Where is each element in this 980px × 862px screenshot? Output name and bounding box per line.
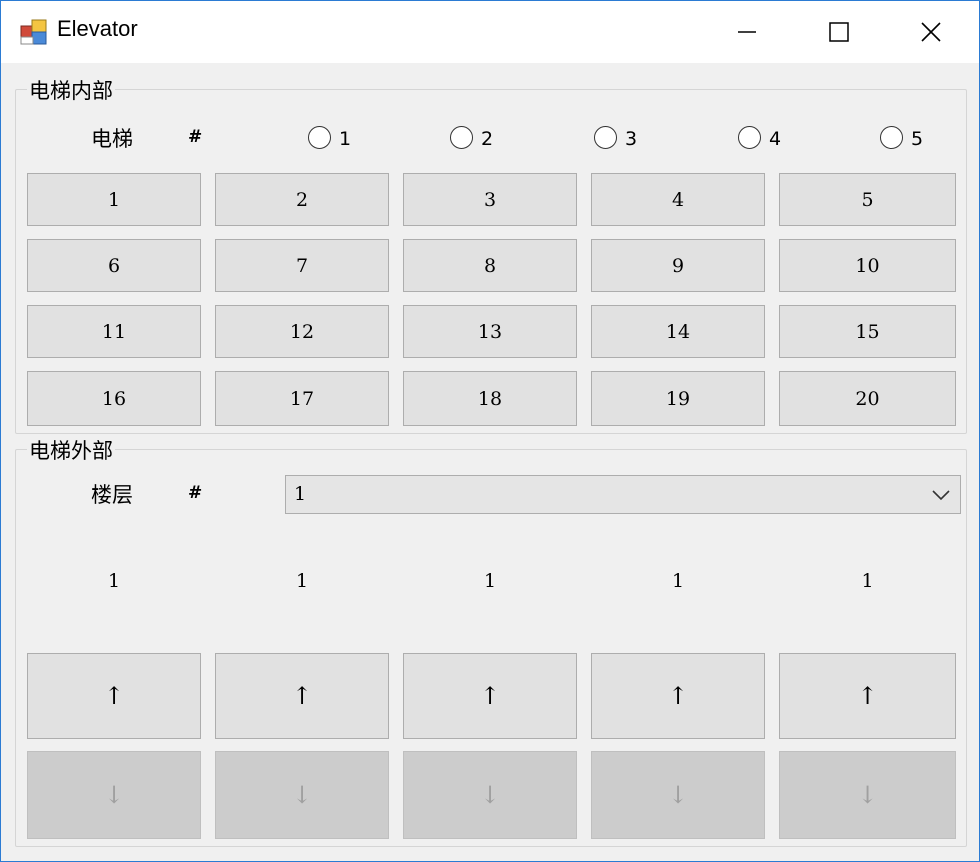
floor-button-10[interactable]: 10 (779, 239, 956, 292)
minimize-icon (738, 31, 756, 33)
radio-circle[interactable] (594, 126, 617, 149)
floor-button-15[interactable]: 15 (779, 305, 956, 358)
maximize-icon (829, 22, 849, 42)
floor-button-18[interactable]: 18 (403, 371, 577, 426)
down-button-5[interactable]: ↓ (779, 751, 956, 839)
title-bar[interactable]: Elevator (1, 1, 979, 63)
floor-button-17[interactable]: 17 (215, 371, 389, 426)
up-button-2[interactable]: ↑ (215, 653, 389, 739)
window-title: Elevator (57, 16, 138, 41)
down-button-3[interactable]: ↓ (403, 751, 577, 839)
elevator-2-floor: 1 (295, 570, 309, 592)
floor-button-16[interactable]: 16 (27, 371, 201, 426)
radio-label: 2 (481, 128, 494, 150)
radio-circle[interactable] (308, 126, 331, 149)
floor-button-13[interactable]: 13 (403, 305, 577, 358)
minimize-button[interactable] (701, 1, 793, 63)
down-button-2[interactable]: ↓ (215, 751, 389, 839)
floor-button-4[interactable]: 4 (591, 173, 765, 226)
floor-button-12[interactable]: 12 (215, 305, 389, 358)
elevator-5-floor: 1 (861, 570, 874, 592)
floor-button-3[interactable]: 3 (403, 173, 577, 226)
floor-select[interactable]: 1 (285, 475, 961, 514)
elevator-3-floor: 1 (483, 570, 497, 592)
floor-button-9[interactable]: 9 (591, 239, 765, 292)
floor-button-6[interactable]: 6 (27, 239, 201, 292)
up-button-5[interactable]: ↑ (779, 653, 956, 739)
outside-group-label: 电梯外部 (27, 435, 115, 465)
floor-button-19[interactable]: 19 (591, 371, 765, 426)
floor-button-5[interactable]: 5 (779, 173, 956, 226)
floor-button-14[interactable]: 14 (591, 305, 765, 358)
radio-label: 3 (625, 128, 638, 150)
app-window: Elevator 电梯内部 电梯 # 1 2 3 4 5 1 2 3 4 5 6… (0, 0, 980, 862)
floor-button-8[interactable]: 8 (403, 239, 577, 292)
elevator-hash-label: # (188, 127, 203, 147)
up-button-4[interactable]: ↑ (591, 653, 765, 739)
floor-button-2[interactable]: 2 (215, 173, 389, 226)
radio-label: 4 (769, 128, 782, 150)
floor-button-20[interactable]: 20 (779, 371, 956, 426)
radio-label: 5 (911, 128, 924, 150)
elevator-1-floor: 1 (107, 570, 121, 592)
close-button[interactable] (885, 1, 977, 63)
chevron-down-icon[interactable] (932, 489, 950, 501)
floor-button-11[interactable]: 11 (27, 305, 201, 358)
floor-button-1[interactable]: 1 (27, 173, 201, 226)
floor-label: 楼层 (91, 483, 133, 507)
floor-hash-label: # (188, 483, 203, 503)
down-button-4[interactable]: ↓ (591, 751, 765, 839)
floor-button-7[interactable]: 7 (215, 239, 389, 292)
close-icon (921, 22, 941, 42)
radio-circle[interactable] (880, 126, 903, 149)
app-icon (20, 19, 47, 45)
radio-circle[interactable] (738, 126, 761, 149)
radio-circle[interactable] (450, 126, 473, 149)
down-button-1[interactable]: ↓ (27, 751, 201, 839)
up-button-3[interactable]: ↑ (403, 653, 577, 739)
radio-label: 1 (339, 128, 352, 150)
elevator-label: 电梯 (91, 127, 133, 151)
floor-select-value: 1 (294, 483, 307, 505)
inside-group-label: 电梯内部 (27, 75, 115, 105)
up-button-1[interactable]: ↑ (27, 653, 201, 739)
elevator-4-floor: 1 (671, 570, 685, 592)
maximize-button[interactable] (793, 1, 885, 63)
